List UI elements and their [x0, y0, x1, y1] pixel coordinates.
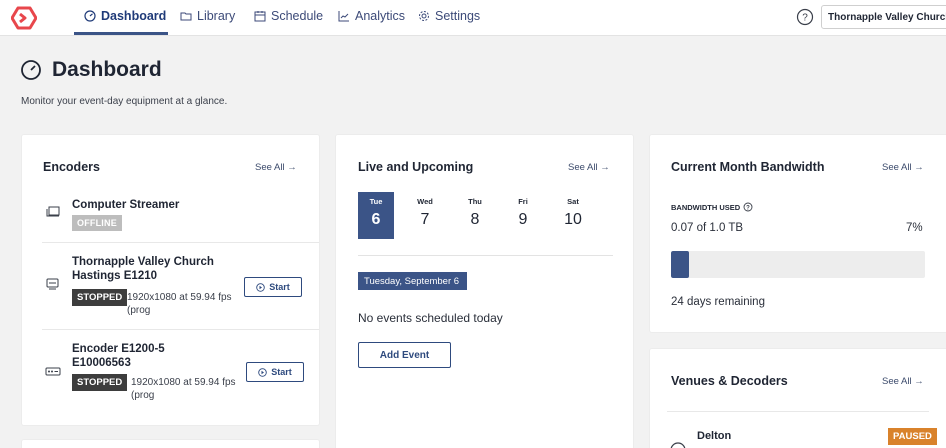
day-name: Wed	[417, 197, 433, 206]
svg-text:?: ?	[746, 205, 750, 211]
day-thu[interactable]: Thu 8	[457, 192, 493, 239]
bandwidth-label-text: BANDWIDTH USED	[671, 202, 741, 212]
dashboard-gauge-icon	[21, 60, 41, 80]
bandwidth-used-value: 0.07 of 1.0 TB	[671, 222, 744, 234]
gauge-icon	[84, 10, 96, 22]
live-see-all-link[interactable]: See All →	[568, 162, 610, 173]
bandwidth-progress-bar	[671, 251, 925, 278]
day-name: Tue	[369, 197, 383, 206]
encoders-see-all-link[interactable]: See All →	[255, 162, 297, 173]
bandwidth-title: Current Month Bandwidth	[671, 160, 825, 174]
encoder-row[interactable]: Thornapple Valley Church Hastings E1210 …	[42, 242, 319, 330]
status-badge-paused: PAUSED	[888, 428, 937, 445]
encoder-icon	[46, 278, 59, 290]
help-icon[interactable]: ?	[796, 8, 814, 26]
venue-name: Delton	[697, 430, 732, 442]
day-wed[interactable]: Wed 7	[407, 192, 443, 239]
page-title-text: Dashboard	[52, 58, 162, 81]
page-title: Dashboard	[20, 58, 162, 82]
bandwidth-percent: 7%	[906, 222, 923, 234]
selected-date-label: Tuesday, September 6	[358, 272, 467, 290]
venues-title: Venues & Decoders	[671, 374, 788, 388]
encoders-card: Encoders See All → Computer Streamer OFF…	[22, 135, 319, 425]
encoder-resolution: 1920x1080 at 59.94 fps (prog	[127, 292, 232, 316]
no-events-message: No events scheduled today	[358, 311, 503, 325]
nav-settings[interactable]: Settings	[418, 9, 480, 23]
play-circle-icon	[256, 282, 265, 292]
encoders-title: Encoders	[43, 160, 100, 174]
nav-settings-label: Settings	[435, 9, 481, 23]
start-button-label: Start	[269, 282, 290, 292]
encoders-next-card	[22, 440, 319, 448]
venues-see-all-link[interactable]: See All →	[882, 376, 924, 387]
day-name: Thu	[468, 197, 482, 206]
chart-line-icon	[338, 11, 349, 22]
day-number: 6	[371, 211, 381, 228]
day-sat[interactable]: Sat 10	[555, 192, 591, 239]
nav-dashboard-label: Dashboard	[101, 9, 167, 23]
brand-logo-icon[interactable]	[11, 6, 37, 30]
top-nav: Dashboard Library Schedule Analytics Set…	[0, 0, 946, 36]
day-number: 7	[420, 211, 430, 228]
encoder-name: Encoder E1200-5 E10006563	[72, 343, 165, 369]
bandwidth-used-label: BANDWIDTH USED ?	[671, 202, 753, 212]
live-upcoming-card: Live and Upcoming See All →	[336, 135, 633, 448]
start-button-label: Start	[271, 367, 292, 377]
nav-schedule-label: Schedule	[271, 9, 324, 23]
bandwidth-progress-fill	[671, 251, 689, 278]
decoder-icon	[670, 442, 686, 448]
day-strip-divider	[358, 255, 613, 256]
nav-analytics-label: Analytics	[355, 9, 406, 23]
folder-icon	[180, 12, 192, 21]
page-subtitle: Monitor your event-day equipment at a gl…	[21, 96, 228, 107]
day-number: 9	[518, 211, 528, 228]
encoder-resolution: 1920x1080 at 59.94 fps (prog	[131, 377, 236, 401]
hardware-encoder-icon	[45, 367, 61, 376]
day-fri[interactable]: Fri 9	[505, 192, 541, 239]
live-upcoming-title: Live and Upcoming	[358, 160, 474, 174]
gear-icon	[419, 11, 429, 21]
start-button[interactable]: Start	[244, 277, 302, 297]
day-number: 8	[470, 211, 480, 228]
day-number: 10	[564, 211, 582, 228]
day-name: Sat	[567, 197, 579, 206]
row-divider	[667, 411, 929, 412]
play-circle-icon	[258, 367, 267, 377]
nav-active-indicator	[74, 32, 168, 35]
add-event-button[interactable]: Add Event	[358, 342, 451, 368]
encoder-name: Computer Streamer	[72, 199, 180, 211]
start-button[interactable]: Start	[246, 362, 304, 382]
encoder-row[interactable]: Encoder E1200-5 E10006563 STOPPED 1920x1…	[42, 329, 319, 414]
day-name: Fri	[518, 197, 528, 206]
laptop-icon	[46, 206, 60, 217]
status-badge-stopped: STOPPED	[72, 374, 128, 391]
nav-library[interactable]: Library	[180, 9, 235, 23]
day-tue[interactable]: Tue 6	[358, 192, 394, 239]
help-circle-icon[interactable]: ?	[743, 202, 753, 212]
encoder-row[interactable]: Computer Streamer OFFLINE	[42, 190, 319, 243]
calendar-icon	[254, 11, 266, 22]
status-badge-offline: OFFLINE	[72, 215, 122, 231]
bandwidth-see-all-link[interactable]: See All →	[882, 162, 924, 173]
nav-dashboard[interactable]: Dashboard	[84, 9, 166, 23]
encoder-name: Thornapple Valley Church Hastings E1210	[72, 256, 214, 282]
status-badge-stopped: STOPPED	[72, 289, 128, 306]
nav-analytics[interactable]: Analytics	[338, 9, 405, 23]
bandwidth-remaining: 24 days remaining	[671, 296, 765, 308]
nav-library-label: Library	[197, 9, 236, 23]
organization-select[interactable]: Thornapple Valley Church	[821, 5, 946, 29]
nav-schedule[interactable]: Schedule	[254, 9, 323, 23]
svg-text:?: ?	[802, 13, 808, 24]
